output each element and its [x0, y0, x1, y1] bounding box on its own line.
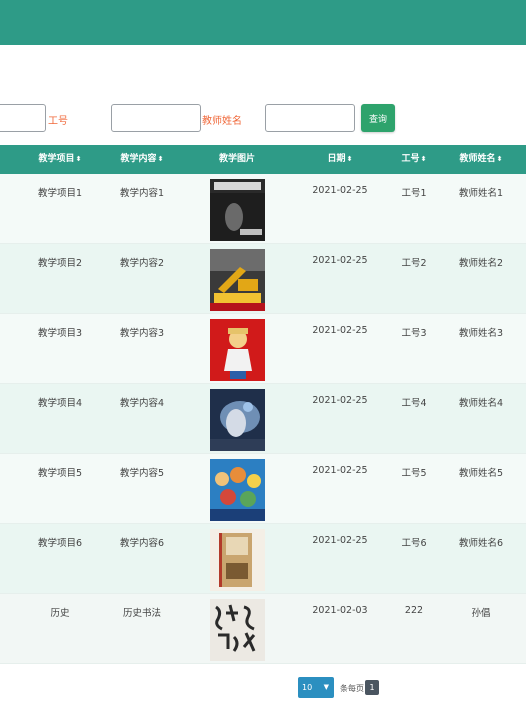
cell-content: 教学内容5 [119, 468, 165, 479]
cell-id: 工号6 [401, 538, 427, 549]
header-name[interactable]: 教师姓名⬍ [448, 145, 514, 174]
cell-date: 2021-02-03 [312, 605, 368, 616]
book-cover-image [210, 179, 265, 241]
cell-name: 教师姓名1 [458, 188, 504, 199]
book-cover-image [210, 529, 265, 591]
table-row[interactable]: 历史 历史书法 2021-02-03 222 孙倡 [0, 594, 526, 664]
cell-date: 2021-02-25 [312, 185, 368, 196]
anime-character-image [210, 319, 265, 381]
table-row[interactable]: 教学项目2 教学内容2 2021-02-25 工号2 教师姓名2 [0, 244, 526, 314]
search-input-id[interactable] [111, 104, 201, 132]
cell-date: 2021-02-25 [312, 255, 368, 266]
cell-content: 教学内容2 [119, 258, 165, 269]
header-id-label: 工号 [401, 154, 420, 164]
header-content-label: 教学内容 [120, 154, 157, 164]
cell-content: 教学内容3 [119, 328, 165, 339]
page-size-value: 10 [302, 683, 313, 692]
cell-date: 2021-02-25 [312, 535, 368, 546]
sort-icon: ⬍ [75, 155, 82, 163]
search-label-teacher-name: 教师姓名 [202, 116, 242, 127]
page-number-button[interactable]: 1 [365, 680, 379, 695]
search-input-teacher-name[interactable] [265, 104, 355, 132]
cell-project: 教学项目5 [37, 468, 83, 479]
cell-project: 教学项目4 [37, 398, 83, 409]
teaching-table: 教学项目⬍ 教学内容⬍ 教学图片 日期⬍ 工号⬍ 教师姓名⬍ 教学项目1 教学内… [0, 145, 526, 664]
header-id[interactable]: 工号⬍ [392, 145, 436, 174]
header-name-label: 教师姓名 [459, 154, 496, 164]
table-header: 教学项目⬍ 教学内容⬍ 教学图片 日期⬍ 工号⬍ 教师姓名⬍ [0, 145, 526, 174]
chevron-down-icon: ▼ [323, 683, 329, 691]
table-row[interactable]: 教学项目5 教学内容5 2021-02-25 工号5 教师姓名5 [0, 454, 526, 524]
page-size-select[interactable]: 10 ▼ [298, 677, 334, 698]
pagination: 10 ▼ 条每页 1 [0, 677, 526, 699]
cell-name: 孙倡 [471, 608, 491, 619]
header-picture: 教学图片 [196, 145, 278, 174]
header-date-label: 日期 [327, 154, 346, 164]
cell-project: 教学项目2 [37, 258, 83, 269]
sort-icon: ⬍ [496, 155, 503, 163]
cell-project: 历史 [50, 608, 70, 619]
per-page-label: 条每页 [340, 684, 364, 693]
header-project-label: 教学项目 [38, 154, 75, 164]
cell-id: 工号1 [401, 188, 427, 199]
cell-date: 2021-02-25 [312, 325, 368, 336]
fantasy-art-image [210, 389, 265, 451]
cell-id: 工号2 [401, 258, 427, 269]
table-row[interactable]: 教学项目1 教学内容1 2021-02-25 工号1 教师姓名1 [0, 174, 526, 244]
header-date[interactable]: 日期⬍ [300, 145, 380, 174]
cell-name: 教师姓名2 [458, 258, 504, 269]
cell-name: 教师姓名4 [458, 398, 504, 409]
search-input-1[interactable] [0, 104, 46, 132]
cell-content: 教学内容1 [119, 188, 165, 199]
cell-id: 222 [404, 605, 424, 616]
cell-project: 教学项目6 [37, 538, 83, 549]
sort-icon: ⬍ [346, 155, 353, 163]
cell-id: 工号3 [401, 328, 427, 339]
cell-content: 教学内容4 [119, 398, 165, 409]
cell-id: 工号4 [401, 398, 427, 409]
query-button[interactable]: 查询 [361, 104, 395, 132]
table-row[interactable]: 教学项目6 教学内容6 2021-02-25 工号6 教师姓名6 [0, 524, 526, 594]
cell-name: 教师姓名3 [458, 328, 504, 339]
table-row[interactable]: 教学项目3 教学内容3 2021-02-25 工号3 教师姓名3 [0, 314, 526, 384]
cell-content: 历史书法 [122, 608, 161, 619]
anime-group-image [210, 459, 265, 521]
search-form: 工号 教师姓名 查询 [0, 104, 526, 134]
cell-date: 2021-02-25 [312, 465, 368, 476]
header-content[interactable]: 教学内容⬍ [102, 145, 182, 174]
cell-name: 教师姓名5 [458, 468, 504, 479]
cell-id: 工号5 [401, 468, 427, 479]
cell-content: 教学内容6 [119, 538, 165, 549]
sort-icon: ⬍ [420, 155, 427, 163]
search-label-id: 工号 [48, 116, 68, 127]
sort-icon: ⬍ [157, 155, 164, 163]
header-picture-label: 教学图片 [218, 154, 255, 164]
calligraphy-image [210, 599, 265, 661]
top-header-bar [0, 0, 526, 45]
table-row[interactable]: 教学项目4 教学内容4 2021-02-25 工号4 教师姓名4 [0, 384, 526, 454]
cell-date: 2021-02-25 [312, 395, 368, 406]
cell-project: 教学项目3 [37, 328, 83, 339]
header-project[interactable]: 教学项目⬍ [20, 145, 100, 174]
cell-project: 教学项目1 [37, 188, 83, 199]
excavator-book-image [210, 249, 265, 311]
cell-name: 教师姓名6 [458, 538, 504, 549]
